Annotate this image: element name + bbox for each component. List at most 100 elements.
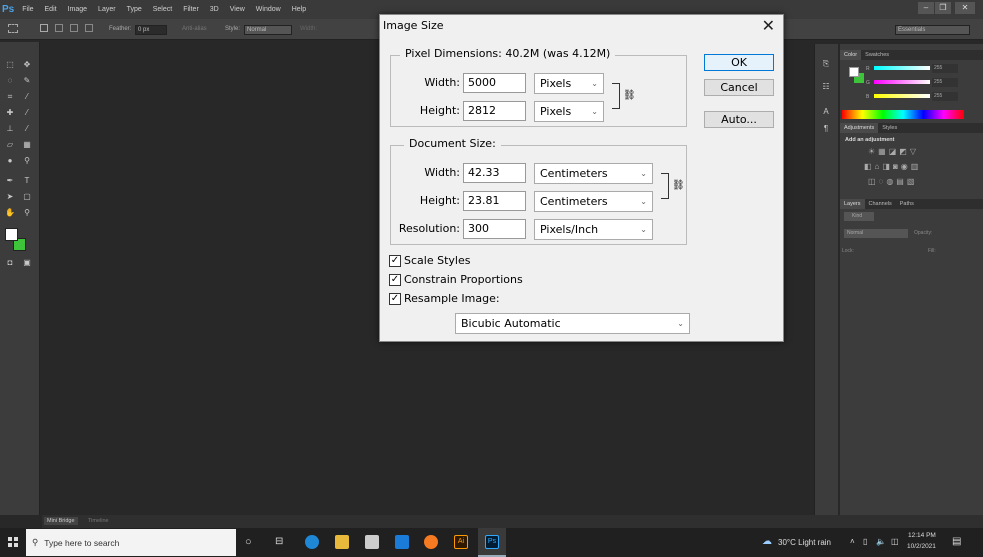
blur-icon[interactable]: ● — [5, 156, 15, 165]
menu-3d[interactable]: 3D — [210, 6, 219, 13]
menu-file[interactable]: File — [22, 6, 33, 13]
adjustment-icons-row1[interactable]: ☀▦◪◩▽ — [868, 147, 919, 156]
stamp-icon[interactable]: ⊥ — [5, 124, 15, 133]
px-width-unit-select[interactable]: Pixels ⌄ — [534, 73, 604, 94]
r-value[interactable]: 255 — [932, 64, 958, 73]
minimize-button[interactable]: – — [918, 2, 934, 14]
marquee-icon[interactable]: ⬚ — [5, 60, 15, 69]
crop-icon[interactable]: ⌗ — [5, 92, 15, 101]
doc-height-unit-select[interactable]: Centimeters ⌄ — [534, 191, 653, 212]
auto-button[interactable]: Auto... — [704, 111, 774, 128]
edge-icon[interactable] — [305, 535, 319, 549]
taskbar-search[interactable]: ⚲ Type here to search — [26, 529, 236, 556]
tab-color[interactable]: Color — [840, 50, 862, 60]
tab-timeline[interactable]: Timeline — [88, 518, 109, 524]
adjustment-icons-row3[interactable]: ◫◌◍▤▧ — [868, 177, 917, 186]
paragraph-icon[interactable]: ¶ — [821, 124, 831, 133]
dodge-icon[interactable]: ⚲ — [22, 156, 32, 165]
mail-icon[interactable] — [395, 535, 409, 549]
history-brush-icon[interactable]: ⁄ — [22, 124, 32, 133]
new-selection-icon[interactable] — [40, 24, 48, 32]
subtract-selection-icon[interactable] — [70, 24, 78, 32]
adjustment-icons-row2[interactable]: ◧⌂◨◙◉▥ — [864, 162, 921, 171]
tab-swatches[interactable]: Swatches — [861, 50, 893, 60]
r-slider[interactable] — [874, 66, 930, 70]
constrain-proportions-checkbox[interactable]: ✓ Constrain Proportions — [389, 273, 523, 286]
battery-icon[interactable]: ▯ — [863, 537, 867, 546]
resolution-input[interactable]: 300 — [463, 219, 526, 239]
notifications-icon[interactable]: ▤ — [952, 536, 961, 547]
properties-icon[interactable]: ☷ — [821, 82, 831, 91]
clock-time[interactable]: 12:14 PM — [908, 532, 936, 539]
foreground-color[interactable] — [849, 67, 859, 77]
quick-select-icon[interactable]: ✎ — [22, 76, 32, 85]
quick-mask-icon[interactable]: ◘ — [5, 258, 15, 267]
tab-adjustments[interactable]: Adjustments — [840, 123, 879, 133]
menu-filter[interactable]: Filter — [183, 6, 199, 13]
shape-icon[interactable]: ▢ — [22, 192, 32, 201]
feather-input[interactable]: 0 px — [135, 25, 167, 35]
resample-method-select[interactable]: Bicubic Automatic ⌄ — [455, 313, 690, 334]
blend-mode-select[interactable]: Normal — [844, 229, 908, 238]
style-select[interactable]: Normal — [244, 25, 292, 35]
menu-help[interactable]: Help — [292, 6, 306, 13]
tab-paths[interactable]: Paths — [896, 199, 918, 209]
clock-date[interactable]: 10/2/2021 — [907, 543, 936, 550]
tab-styles[interactable]: Styles — [878, 123, 901, 133]
color-spectrum[interactable] — [842, 110, 964, 119]
cortana-icon[interactable]: ○ — [245, 536, 252, 548]
illustrator-icon[interactable]: Ai — [454, 535, 468, 549]
path-select-icon[interactable]: ➤ — [5, 192, 15, 201]
screen-mode-icon[interactable]: ▣ — [22, 258, 32, 267]
zoom-icon[interactable]: ⚲ — [22, 208, 32, 217]
intersect-selection-icon[interactable] — [85, 24, 93, 32]
brush-icon[interactable]: ⁄ — [22, 108, 32, 117]
foreground-color-swatch[interactable] — [5, 228, 18, 241]
resolution-unit-select[interactable]: Pixels/Inch ⌄ — [534, 219, 653, 240]
px-height-unit-select[interactable]: Pixels ⌄ — [534, 101, 604, 122]
tab-mini-bridge[interactable]: Mini Bridge — [44, 517, 78, 525]
add-selection-icon[interactable] — [55, 24, 63, 32]
eraser-icon[interactable]: ▱ — [5, 140, 15, 149]
file-explorer-icon[interactable] — [335, 535, 349, 549]
weather-text[interactable]: 30°C Light rain — [778, 538, 831, 547]
close-icon[interactable]: ✕ — [762, 16, 775, 35]
type-icon[interactable]: T — [22, 176, 32, 185]
tray-chevron-icon[interactable]: ˄ — [850, 537, 855, 546]
character-icon[interactable]: A — [821, 107, 831, 116]
store-icon[interactable] — [365, 535, 379, 549]
gradient-icon[interactable]: ▦ — [22, 140, 32, 149]
b-value[interactable]: 255 — [932, 92, 958, 101]
b-slider[interactable] — [874, 94, 930, 98]
start-icon[interactable] — [8, 537, 18, 547]
photoshop-icon[interactable]: Ps — [485, 535, 499, 549]
hand-icon[interactable]: ✋ — [5, 208, 15, 217]
scale-styles-checkbox[interactable]: ✓ Scale Styles — [389, 254, 470, 267]
task-view-icon[interactable]: ⊟ — [275, 536, 283, 547]
pen-icon[interactable]: ✒ — [5, 176, 15, 185]
network-icon[interactable]: ◫ — [891, 537, 899, 546]
ok-button[interactable]: OK — [704, 54, 774, 71]
menu-window[interactable]: Window — [256, 6, 281, 13]
menu-type[interactable]: Type — [127, 6, 142, 13]
doc-height-input[interactable]: 23.81 — [463, 191, 526, 211]
menu-edit[interactable]: Edit — [45, 6, 57, 13]
marquee-tool-icon[interactable] — [8, 24, 18, 33]
g-value[interactable]: 255 — [932, 78, 958, 87]
menu-select[interactable]: Select — [153, 6, 172, 13]
tab-layers[interactable]: Layers — [840, 199, 865, 209]
move-icon[interactable]: ✥ — [22, 60, 32, 69]
anti-alias-checkbox[interactable]: Anti-alias — [182, 26, 207, 32]
menu-layer[interactable]: Layer — [98, 6, 116, 13]
lasso-icon[interactable]: ◌ — [5, 76, 15, 85]
kind-filter[interactable]: Kind — [844, 212, 874, 221]
firefox-icon[interactable] — [424, 535, 438, 549]
cancel-button[interactable]: Cancel — [704, 79, 774, 96]
history-icon[interactable]: ⎘ — [821, 59, 831, 68]
menu-view[interactable]: View — [230, 6, 245, 13]
resample-image-checkbox[interactable]: ✓ Resample Image: — [389, 292, 500, 305]
close-window-button[interactable]: ✕ — [955, 2, 975, 14]
restore-button[interactable]: ❐ — [935, 2, 951, 14]
g-slider[interactable] — [874, 80, 930, 84]
eyedropper-icon[interactable]: ⁄ — [22, 92, 32, 101]
